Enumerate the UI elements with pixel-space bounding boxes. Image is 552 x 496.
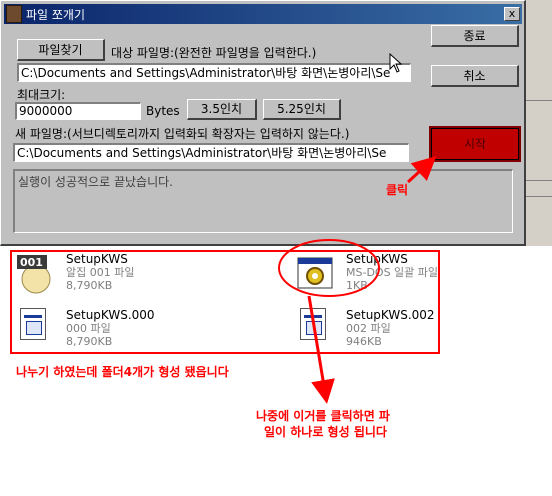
folder-note: 나누기 하였는데 폴더4개가 형성 됐읍니다 bbox=[16, 365, 229, 379]
merge-note-line1: 나중에 이거를 클릭하면 파 bbox=[256, 409, 390, 423]
merge-arrow bbox=[307, 295, 335, 404]
click-arrow bbox=[406, 155, 437, 184]
highlight-circle bbox=[278, 239, 380, 297]
merge-note-line2: 일이 하나로 형성 됩니다 bbox=[264, 425, 387, 439]
click-note: 클릭 bbox=[386, 183, 409, 197]
